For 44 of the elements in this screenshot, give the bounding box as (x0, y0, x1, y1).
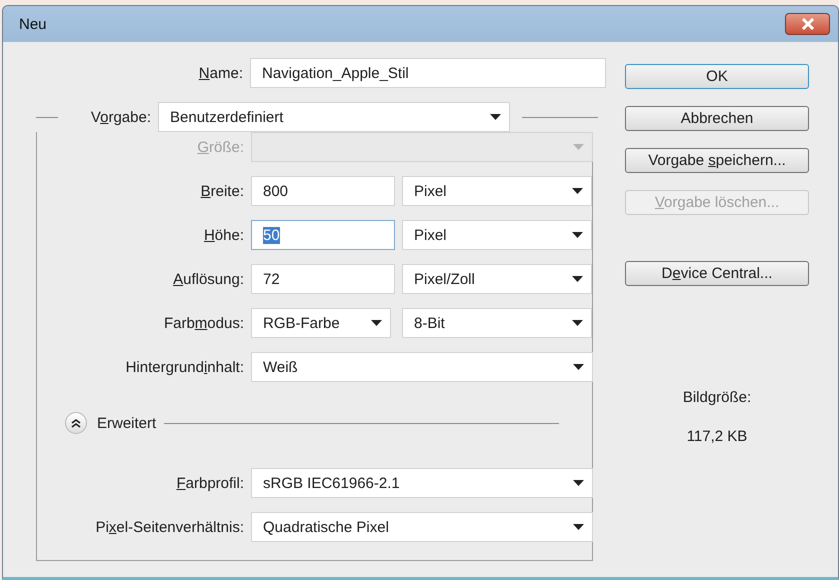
dialog-button[interactable]: Device Central... (625, 261, 809, 286)
dropdown-arrow-icon[interactable] (573, 364, 584, 370)
field-label: Hintergrundinhalt: (126, 358, 244, 376)
field-label: Höhe: (204, 226, 244, 244)
dropdown[interactable]: 8-Bit (402, 308, 592, 338)
close-icon[interactable] (800, 18, 814, 30)
info-value: 117,2 KB (686, 428, 748, 445)
field-label: Auflösung: (173, 270, 244, 288)
dialog-button[interactable]: Vorgabe speichern... (625, 148, 809, 173)
info-label: Bildgröße: (682, 389, 752, 406)
section-label: Erweitert (97, 414, 156, 432)
dropdown-arrow-icon[interactable] (490, 114, 501, 120)
dropdown-arrow-icon[interactable] (573, 524, 584, 530)
dialog-button[interactable]: OK (625, 64, 809, 89)
close-button[interactable] (785, 13, 830, 35)
dropdown[interactable]: sRGB IEC61966-2.1 (251, 468, 593, 498)
field-label: Breite: (200, 182, 244, 200)
field-label: Farbprofil: (176, 474, 244, 492)
dropdown-arrow-icon[interactable] (572, 276, 583, 282)
field-label: Größe: (197, 138, 244, 156)
collapse-toggle[interactable] (65, 412, 87, 434)
field-label: Vorgabe: (90, 108, 151, 126)
dropdown-arrow-icon[interactable] (572, 188, 583, 194)
dropdown[interactable]: Pixel (402, 220, 592, 250)
input-field[interactable]: 50 (251, 220, 395, 250)
input-field[interactable]: 72 (251, 264, 395, 294)
field-label: Farbmodus: (164, 314, 244, 332)
input-field[interactable]: Navigation_Apple_Stil (250, 58, 606, 88)
dropdown-arrow-icon[interactable] (371, 320, 382, 326)
dropdown-arrow-icon[interactable] (572, 320, 583, 326)
double-chevron-icon[interactable] (71, 418, 81, 428)
dropdown[interactable]: Weiß (251, 352, 593, 382)
dropdown[interactable]: Pixel/Zoll (402, 264, 592, 294)
dropdown-arrow-icon[interactable] (572, 232, 583, 238)
window-title: Neu (19, 16, 47, 32)
dropdown[interactable]: Quadratische Pixel (251, 512, 593, 542)
dialog-button[interactable]: Abbrechen (625, 106, 809, 131)
input-field[interactable]: 800 (251, 176, 395, 206)
dropdown-arrow-icon[interactable] (573, 480, 584, 486)
dropdown[interactable]: Benutzerdefiniert (158, 102, 510, 132)
field-label: Pixel-Seitenverhältnis: (96, 518, 244, 536)
dropdown[interactable]: Pixel (402, 176, 592, 206)
field-label: Name: (198, 64, 243, 82)
dropdown[interactable]: RGB-Farbe (251, 308, 391, 338)
